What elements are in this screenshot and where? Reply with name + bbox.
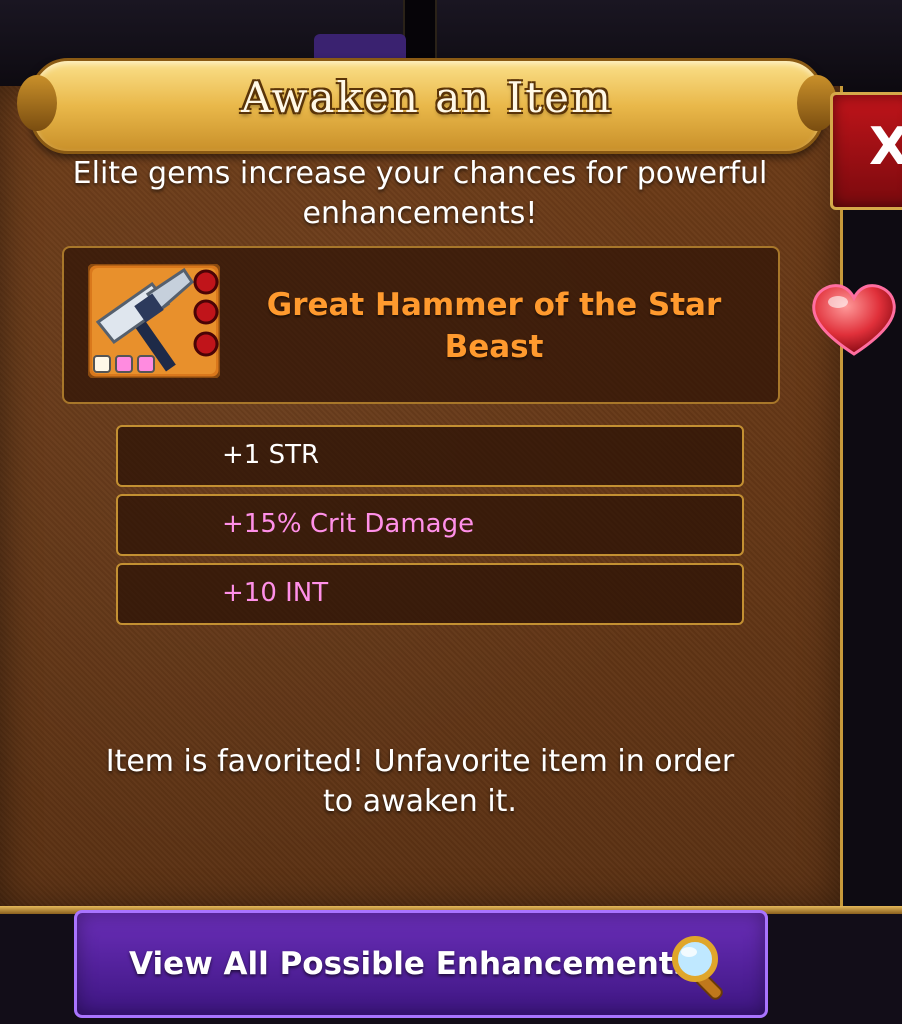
favorite-heart-icon[interactable] (810, 282, 898, 358)
item-card: Great Hammer of the Star Beast (62, 246, 780, 404)
enhancement-row: +1 STR (116, 425, 744, 487)
enhancement-row: +15% Crit Damage (116, 494, 744, 556)
enhancement-row: +10 INT (116, 563, 744, 625)
enhancement-text: +10 INT (222, 578, 329, 608)
dialog-title: Awaken an Item (241, 73, 613, 122)
enhancement-text: +15% Crit Damage (222, 509, 475, 539)
enhancement-text: +1 STR (222, 440, 320, 470)
close-icon: X (869, 117, 902, 177)
item-name: Great Hammer of the Star Beast (266, 287, 722, 365)
view-all-enhancements-label: View All Possible Enhancements (129, 946, 693, 982)
favorited-notice: Item is favorited! Unfavorite item in or… (105, 744, 735, 819)
magnifying-glass-icon (672, 936, 723, 1000)
dialog-subtitle: Elite gems increase your chances for pow… (72, 156, 768, 231)
view-all-enhancements-button[interactable]: View All Possible Enhancements (74, 910, 768, 1018)
close-button[interactable]: X (830, 92, 902, 210)
title-banner: Awaken an Item (17, 58, 837, 154)
hammer-icon[interactable] (88, 264, 220, 378)
